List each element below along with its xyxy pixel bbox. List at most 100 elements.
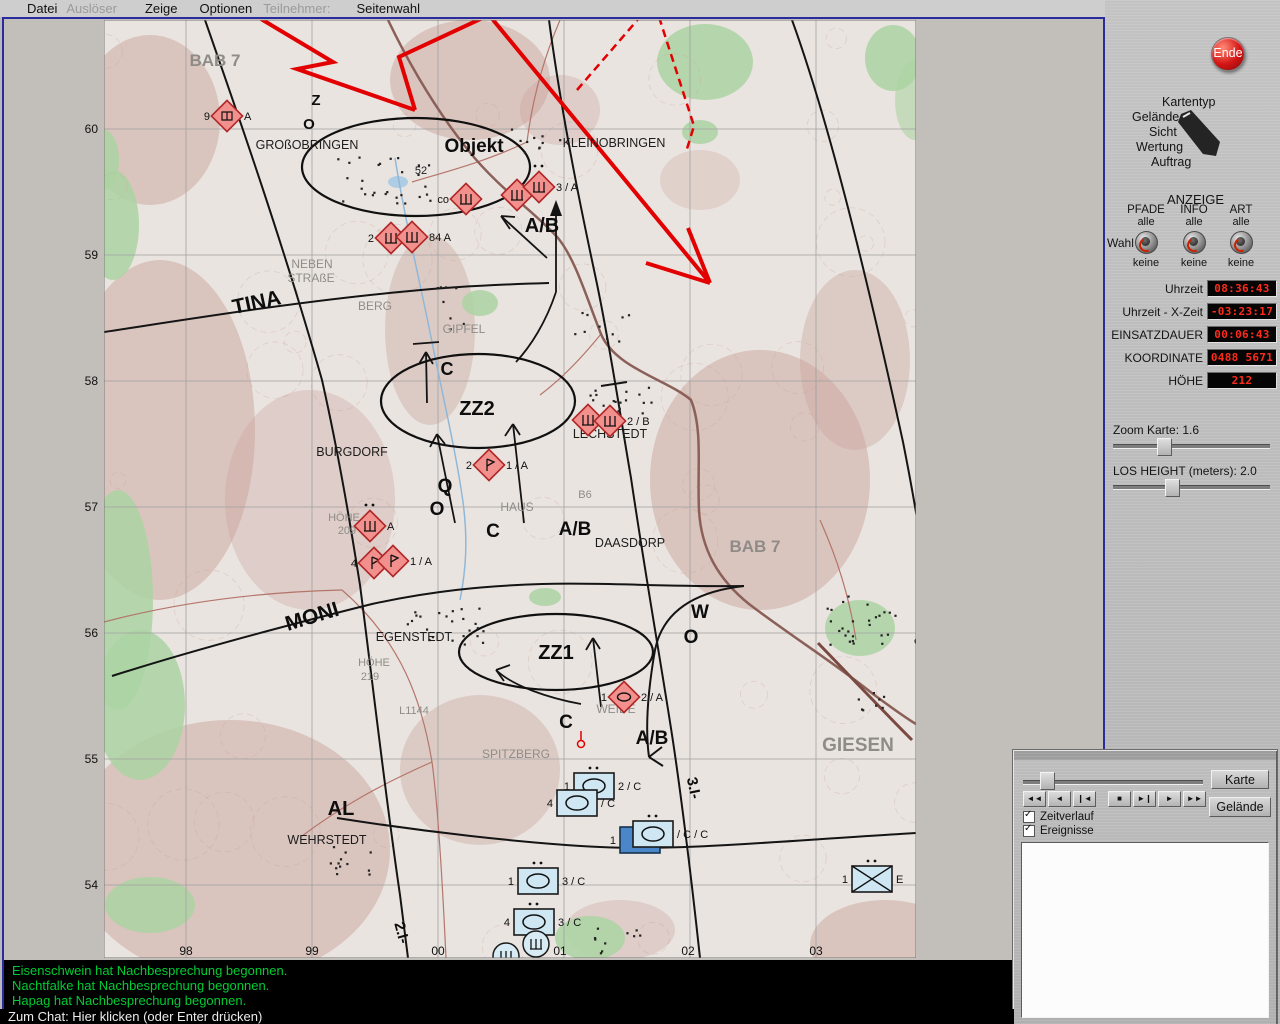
place-label: HÖHE	[358, 657, 390, 669]
chat-log[interactable]: Eisenschwein hat Nachbesprechung begonne…	[4, 960, 1103, 1011]
grid-col-label: 01	[553, 944, 567, 958]
step-back-button[interactable]: ❙◄	[1073, 791, 1096, 807]
kartentyp-option-gelände[interactable]: Gelände	[1132, 110, 1179, 124]
place-label: GIPFEL	[443, 322, 486, 336]
place-label: 219	[361, 671, 379, 683]
los-slider-handle[interactable]	[1165, 479, 1180, 497]
grid-row-label: 57	[85, 500, 99, 514]
grid-row-label: 59	[85, 248, 99, 262]
unit-label: 1 / A	[506, 460, 529, 472]
knob-bottom-label: keine	[1227, 257, 1255, 269]
tactical-label: ZZ2	[459, 398, 495, 420]
unit-label: 3 / A	[556, 182, 579, 194]
checkbox-row-zeitverlauf: Zeitverlauf	[1023, 809, 1094, 823]
unit-label: 2	[466, 460, 472, 472]
menu-items: Datei Auslöser Zeige Optionen Teilnehmer: Sei…	[0, 0, 1105, 18]
readout-lcd-display: 212	[1207, 372, 1277, 389]
unit-label: E	[896, 874, 903, 886]
checkbox-label: Ereignisse	[1040, 825, 1094, 837]
fast-forward-button[interactable]: ►►	[1183, 791, 1206, 807]
place-label: BAB 7	[189, 51, 240, 70]
unit-label: 2 / A	[641, 692, 664, 704]
unit-label: 1	[601, 692, 607, 704]
zeitverlauf-checkbox[interactable]	[1023, 809, 1035, 823]
info-knob-icon[interactable]	[1182, 231, 1206, 254]
event-listbox[interactable]	[1021, 842, 1269, 1018]
karte-button[interactable]: Karte	[1211, 770, 1269, 789]
map-window: 98 99 00 01 02 03 BAB 7 GROßOBRINGEN KLEINOBRING…	[2, 17, 1105, 1013]
topographic-map[interactable]: 98 99 00 01 02 03 BAB 7 GROßOBRINGEN KLEINOBRING…	[4, 19, 1103, 960]
kartentyp-option-sicht[interactable]: Sicht	[1149, 125, 1177, 139]
unit-label: 1 / A	[410, 556, 433, 568]
grid-col-label: 99	[305, 944, 319, 958]
unit-label: / C / C	[677, 829, 708, 841]
place-label: 52	[415, 165, 427, 177]
tactical-label: ZZ1	[538, 642, 574, 664]
play-reverse-button[interactable]: ◄	[1048, 791, 1071, 807]
unit-label: 3 / C	[562, 876, 585, 888]
art-knob-icon[interactable]	[1229, 231, 1253, 254]
menu-item-optionen[interactable]: Optionen	[199, 1, 252, 17]
menu-item-datei[interactable]: Datei	[27, 1, 57, 17]
menu-item-zeige[interactable]: Zeige	[145, 1, 178, 17]
grid-row-label: 56	[85, 626, 99, 640]
grid-row-label: 54	[85, 878, 99, 892]
zoom-slider-label: Zoom Karte: 1.6	[1113, 423, 1200, 437]
tactical-label: O	[430, 499, 445, 520]
readout-row: EINSATZDAUER 00:06:43	[1105, 326, 1279, 343]
zoom-slider-handle[interactable]	[1157, 438, 1172, 456]
checkbox-row-ereignisse: Ereignisse	[1023, 823, 1094, 837]
unit-label: 2	[368, 233, 374, 245]
step-forward-button[interactable]: ►❙	[1133, 791, 1156, 807]
play-button[interactable]: ►	[1158, 791, 1181, 807]
place-label: DAASDORP	[595, 536, 665, 550]
tactical-label: O	[303, 116, 315, 133]
place-label: BERG	[358, 299, 392, 313]
gelaende-button[interactable]: Gelände	[1209, 797, 1271, 817]
unit-label: 4	[351, 558, 357, 570]
unit-label: 1	[508, 876, 514, 888]
readout-label: KOORDINATE	[1124, 350, 1203, 365]
ende-button[interactable]: Ende	[1211, 37, 1245, 71]
playback-panel: ◄◄◄❙◄■►❙►►► Karte Gelände ZeitverlaufEre…	[1012, 749, 1278, 1024]
readout-lcd-display: -03:23:17	[1207, 303, 1277, 320]
chat-status-bar[interactable]: Zum Chat: Hier klicken (oder Enter drück…	[0, 1009, 1014, 1024]
place-label: HÖHE	[328, 512, 360, 524]
place-label: BURGDORF	[316, 445, 388, 459]
place-label: EGENSTEDT	[376, 630, 453, 644]
knob-title: ART	[1229, 204, 1253, 216]
chat-status-text: Zum Chat: Hier klicken (oder Enter drück…	[8, 1009, 263, 1024]
grid-row-label: 60	[85, 122, 99, 136]
timeline-slider-handle[interactable]	[1040, 772, 1055, 790]
kartentyp-option-wertung[interactable]: Wertung	[1136, 140, 1183, 154]
chat-message: Nachtfalke hat Nachbesprechung begonnen.	[12, 978, 270, 993]
readout-label: Uhrzeit	[1164, 281, 1203, 296]
grid-row-label: 58	[85, 374, 99, 388]
readout-row: Uhrzeit 08:36:43	[1105, 280, 1279, 297]
tactical-label: A/B	[636, 728, 669, 749]
los-slider-track[interactable]	[1113, 485, 1270, 490]
menu-item-seitenwahl[interactable]: Seitenwahl	[356, 1, 420, 17]
readout-row: Uhrzeit - X-Zeit -03:23:17	[1105, 303, 1279, 320]
place-label: NEBEN	[291, 257, 332, 271]
ereignisse-checkbox[interactable]	[1023, 823, 1035, 837]
readout-lcd-display: 0488 5671	[1207, 349, 1277, 366]
unit-label: A	[244, 111, 252, 123]
unit-label: / C	[601, 798, 615, 810]
pfade-knob-icon[interactable]	[1134, 231, 1158, 254]
unit-label: 4	[547, 798, 553, 810]
readout-label: HÖHE	[1168, 373, 1203, 388]
unit-label: A	[387, 521, 395, 533]
place-label: SPITZBERG	[482, 747, 550, 761]
grid-row-label: 55	[85, 752, 99, 766]
menu-item-auslöser: Auslöser	[66, 1, 117, 16]
pen-pointer-icon	[1178, 110, 1220, 156]
friendly-circle-unit-icon[interactable]	[522, 930, 550, 958]
tactical-label: W	[691, 602, 709, 623]
stop-button[interactable]: ■	[1108, 791, 1131, 807]
readout-label: EINSATZDAUER	[1111, 327, 1203, 342]
chat-message: Hapag hat Nachbesprechung begonnen.	[12, 993, 247, 1008]
place-label: GROßOBRINGEN	[256, 138, 359, 152]
zoom-slider-track[interactable]	[1113, 444, 1270, 449]
fast-rewind-button[interactable]: ◄◄	[1023, 791, 1046, 807]
